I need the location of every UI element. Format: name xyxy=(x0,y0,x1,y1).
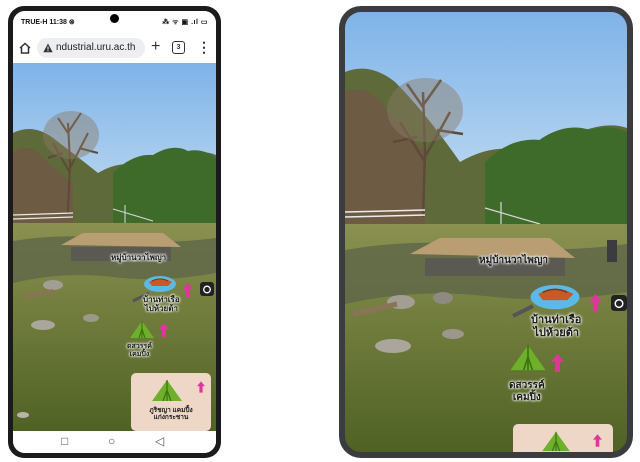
recents-button[interactable]: □ xyxy=(61,434,68,448)
tent-icon xyxy=(152,380,182,402)
campsite-line-2: เคมปิ้ง xyxy=(129,351,150,359)
pin-icon[interactable] xyxy=(183,283,193,297)
boat-pier-line-2: ไปห้วยต้า xyxy=(144,304,178,314)
url-text: ndustrial.uru.ac.th xyxy=(56,42,136,53)
tablet-frame: หมู่บ้านวาไพญา บ้านท่าเรือ ไปห้วยต้า ดสว… xyxy=(339,6,633,458)
boat-pier-line-2: ไปห้วยต้า xyxy=(533,326,580,339)
campsite-sign-card[interactable]: ภูริชญา แคมปิ้ง แก่งกระชาน xyxy=(131,373,211,431)
tent-icon[interactable] xyxy=(129,319,155,339)
warning-icon xyxy=(43,43,53,53)
boat-pier-line-1: บ้านท่าเรือ xyxy=(531,314,582,326)
back-button[interactable]: ◁ xyxy=(155,434,164,448)
home-button[interactable]: ○ xyxy=(108,434,115,448)
smartphone-frame: TRUE-H 11:38 ⊗ ⁂ ᯤ ▣ .ıl ▭ ndustrial.uru… xyxy=(8,6,221,458)
sign-title-line-2: แก่งกระชาน xyxy=(153,414,189,422)
village-banner-label: หมู่บ้านวาไพญา xyxy=(111,253,167,263)
sign-title: ภูริชญา แคมปิ้ง แก่งกระชาน xyxy=(133,407,209,422)
browser-toolbar: ndustrial.uru.ac.th + 3 ⋮ xyxy=(13,33,216,63)
new-tab-button[interactable]: + xyxy=(151,38,160,56)
status-icons: ⁂ ᯤ ▣ .ıl ▭ xyxy=(162,19,208,26)
status-bar: TRUE-H 11:38 ⊗ ⁂ ᯤ ▣ .ıl ▭ xyxy=(13,11,216,33)
boat-icon[interactable] xyxy=(143,271,177,293)
pin-icon xyxy=(197,381,205,393)
ar-camera-view: หมู่บ้านวาไพญา บ้านท่าเรือ ไปห้วยต้า ดสว… xyxy=(13,63,216,431)
campsite-line-1: ดสวรรค์ xyxy=(509,380,545,391)
camera-icon[interactable] xyxy=(200,282,214,296)
phone-screen: TRUE-H 11:38 ⊗ ⁂ ᯤ ▣ .ıl ▭ ndustrial.uru… xyxy=(13,11,216,453)
campsite-label: ดสวรรค์ เคมปิ้ง xyxy=(509,380,545,403)
tablet-screen: หมู่บ้านวาไพญา บ้านท่าเรือ ไปห้วยต้า ดสว… xyxy=(345,12,627,452)
tent-icon xyxy=(542,431,570,452)
boat-pier-line-1: บ้านท่าเรือ xyxy=(143,295,180,304)
tab-switcher-button[interactable]: 3 xyxy=(172,41,185,54)
camera-icon[interactable] xyxy=(611,295,627,311)
tent-icon[interactable] xyxy=(509,342,547,372)
front-camera xyxy=(110,14,119,23)
address-bar[interactable]: ndustrial.uru.ac.th xyxy=(37,38,145,58)
boat-pier-label: บ้านท่าเรือ ไปห้วยต้า xyxy=(531,314,581,339)
campsite-sign-card[interactable] xyxy=(513,424,613,452)
boat-icon[interactable] xyxy=(529,277,581,311)
home-icon[interactable] xyxy=(18,41,32,55)
pin-icon[interactable] xyxy=(551,354,564,372)
pin-icon[interactable] xyxy=(159,323,169,337)
campsite-line-1: ดสวรรค์ xyxy=(127,343,152,350)
browser-menu-button[interactable]: ⋮ xyxy=(197,39,211,55)
landscape-photo xyxy=(345,12,627,452)
pin-icon[interactable] xyxy=(589,294,602,312)
boat-pier-label: บ้านท่าเรือ ไปห้วยต้า xyxy=(143,295,180,313)
status-carrier-time: TRUE-H 11:38 ⊗ xyxy=(21,19,75,26)
campsite-label: ดสวรรค์ เคมปิ้ง xyxy=(127,343,152,359)
android-nav-bar: □ ○ ◁ xyxy=(13,431,216,453)
campsite-line-2: เคมปิ้ง xyxy=(512,391,541,403)
pin-icon xyxy=(593,434,602,447)
village-banner-label: หมู่บ้านวาไพญา xyxy=(479,255,548,266)
